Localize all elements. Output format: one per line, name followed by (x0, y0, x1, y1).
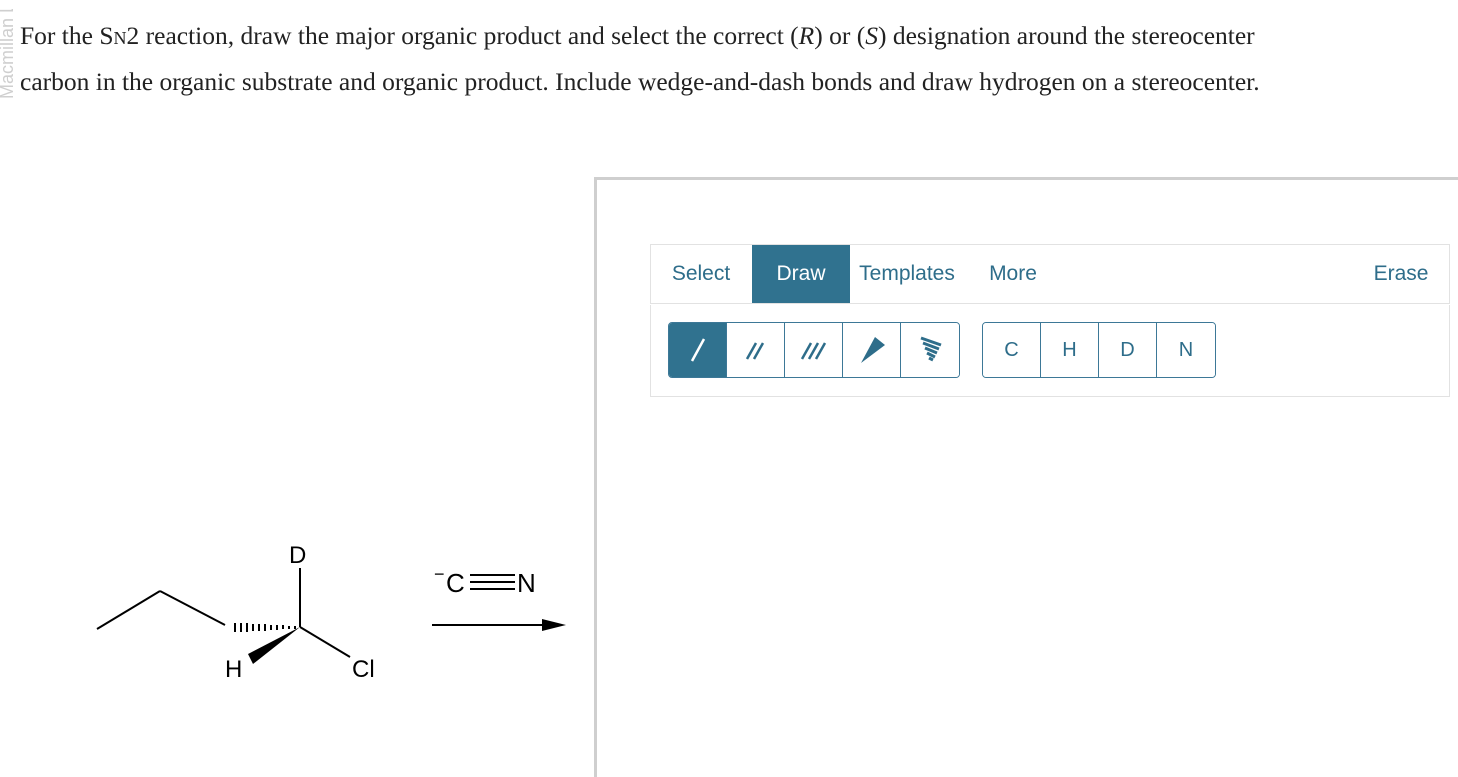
tab-select[interactable]: Select (651, 245, 751, 303)
hash-bond-icon (920, 336, 942, 362)
triple-bond-icon (800, 342, 826, 360)
reagent-nitrogen: N (517, 568, 536, 598)
atom-h-button[interactable]: H (1041, 323, 1099, 377)
editor-tools-panel: C H D N (650, 305, 1450, 397)
question-line-2: carbon in the organic substrate and orga… (20, 67, 1260, 96)
double-bond-icon (745, 342, 764, 360)
triple-bond-button[interactable] (785, 323, 843, 377)
question-text: For the SN2 reaction, draw the major org… (20, 14, 1440, 103)
reaction-arrow (432, 619, 566, 631)
tab-more[interactable]: More (973, 245, 1053, 303)
reagent-charge: − (434, 564, 445, 584)
tab-templates[interactable]: Templates (852, 245, 962, 303)
ethyl-bond-1 (96, 590, 161, 630)
triple-bond (470, 574, 515, 590)
double-bond-button[interactable] (727, 323, 785, 377)
bond-tool-group (668, 322, 960, 378)
single-bond-icon (690, 338, 705, 362)
hash-bond-button[interactable] (901, 323, 959, 377)
reagent-carbon: C (446, 568, 465, 598)
watermark: Macmillan Le (0, 9, 17, 99)
atom-c-button[interactable]: C (983, 323, 1041, 377)
atom-d-button[interactable]: D (1099, 323, 1157, 377)
wedge-bond (248, 627, 300, 664)
editor-tab-bar: Select Draw Templates More Erase (650, 244, 1450, 304)
question-line-1: For the SN2 reaction, draw the major org… (20, 21, 1255, 50)
atom-n-button[interactable]: N (1157, 323, 1215, 377)
atom-label-cl: Cl (352, 656, 375, 683)
atom-label-h: H (225, 656, 242, 683)
hash-bond (234, 623, 296, 632)
tab-draw[interactable]: Draw (752, 245, 850, 303)
atom-label-d: D (289, 542, 306, 569)
atom-tool-group: C H D N (982, 322, 1216, 378)
wedge-bond-button[interactable] (843, 323, 901, 377)
c-cl-bond (299, 626, 351, 658)
wedge-bond-icon (860, 337, 885, 363)
single-bond-button[interactable] (669, 323, 727, 377)
reaction-scheme: D H Cl − C N (96, 542, 566, 683)
reagent-cyanide: − C N (434, 564, 536, 598)
ethyl-bond-2 (159, 590, 226, 626)
erase-button[interactable]: Erase (1361, 245, 1441, 303)
substrate-molecule: D H Cl (96, 542, 375, 683)
